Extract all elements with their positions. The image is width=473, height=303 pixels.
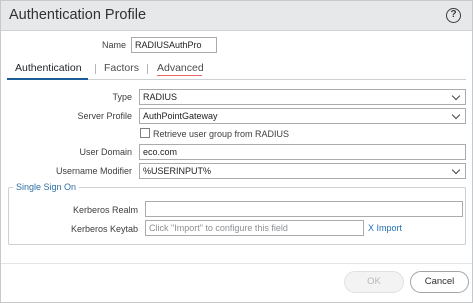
user-domain-label: User Domain: [79, 147, 132, 157]
type-label: Type: [112, 92, 132, 102]
username-modifier-select[interactable]: %USERINPUT%: [139, 163, 466, 179]
username-modifier-value: %USERINPUT%: [143, 166, 212, 176]
authentication-profile-dialog: Authentication Profile ? Name RADIUSAuth…: [0, 0, 473, 303]
footer-divider: [1, 263, 472, 264]
user-domain-input[interactable]: eco.com: [139, 144, 466, 160]
advanced-tab-underline: [157, 75, 202, 76]
tab-factors[interactable]: Factors: [104, 62, 139, 74]
type-select-value: RADIUS: [143, 92, 178, 102]
chevron-down-icon: [453, 167, 460, 174]
kerberos-realm-input[interactable]: [145, 201, 463, 217]
name-input[interactable]: RADIUSAuthPro: [131, 37, 217, 53]
name-label: Name: [101, 40, 126, 50]
server-profile-select[interactable]: AuthPointGateway: [139, 108, 466, 124]
ok-button[interactable]: OK: [344, 271, 404, 293]
dialog-titlebar: Authentication Profile ?: [1, 1, 472, 31]
active-tab-indicator: [7, 78, 88, 80]
retrieve-group-checkbox[interactable]: [140, 128, 150, 138]
server-profile-label: Server Profile: [77, 111, 132, 121]
tab-advanced[interactable]: Advanced: [157, 62, 204, 74]
dialog-title: Authentication Profile: [9, 7, 147, 23]
username-modifier-label: Username Modifier: [55, 166, 132, 176]
kerberos-realm-label: Kerberos Realm: [72, 205, 138, 215]
tab-separator: [95, 64, 96, 74]
server-profile-value: AuthPointGateway: [143, 111, 218, 121]
tab-authentication[interactable]: Authentication: [15, 62, 82, 74]
type-select[interactable]: RADIUS: [139, 89, 466, 105]
tab-separator: [147, 64, 148, 74]
retrieve-group-label: Retrieve user group from RADIUS: [153, 129, 290, 139]
cancel-button[interactable]: Cancel: [410, 271, 469, 293]
chevron-down-icon: [453, 112, 460, 119]
help-icon[interactable]: ?: [446, 8, 461, 23]
chevron-down-icon: [453, 93, 460, 100]
kerberos-keytab-input[interactable]: Click "Import" to configure this field: [145, 220, 364, 236]
import-link[interactable]: X Import: [368, 223, 402, 233]
kerberos-keytab-label: Kerberos Keytab: [70, 224, 138, 234]
single-sign-on-title: Single Sign On: [13, 182, 80, 192]
